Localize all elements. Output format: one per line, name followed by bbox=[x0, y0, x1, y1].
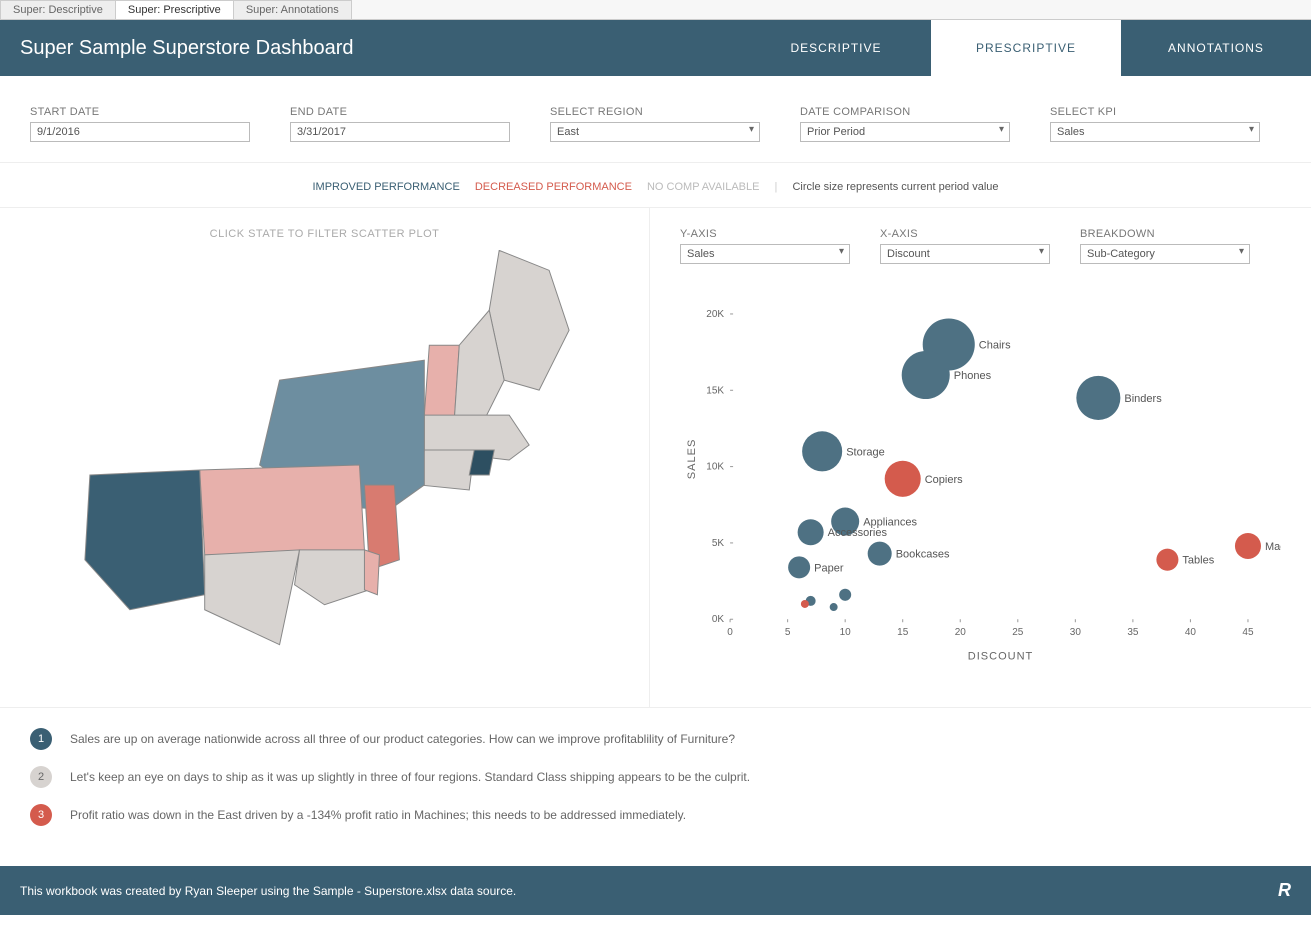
svg-text:40: 40 bbox=[1185, 627, 1197, 638]
svg-text:15: 15 bbox=[897, 627, 909, 638]
state-vermont[interactable] bbox=[424, 345, 459, 420]
scatter-label: Binders bbox=[1124, 393, 1162, 405]
svg-text:20K: 20K bbox=[706, 309, 724, 320]
map-hint: CLICK STATE TO FILTER SCATTER PLOT bbox=[30, 228, 619, 240]
footer-text: This workbook was created by Ryan Sleepe… bbox=[20, 884, 516, 898]
legend-improved: IMPROVED PERFORMANCE bbox=[312, 181, 459, 193]
legend-decreased: DECREASED PERFORMANCE bbox=[475, 181, 632, 193]
scatter-label: Phones bbox=[954, 370, 992, 382]
rec-1: 1 Sales are up on average nationwide acr… bbox=[30, 728, 1281, 750]
scatter-point-copiers[interactable] bbox=[885, 461, 921, 497]
scatter-label: Storage bbox=[846, 446, 885, 458]
scatter-label: Machines bbox=[1265, 541, 1281, 553]
xaxis-label: X-AXIS bbox=[880, 228, 1050, 240]
rec-text-1: Sales are up on average nationwide acros… bbox=[70, 732, 735, 746]
scatter-label: Accessories bbox=[828, 527, 888, 539]
scatter-point-binders[interactable] bbox=[1076, 376, 1120, 420]
scatter-point-accessories[interactable] bbox=[798, 519, 824, 545]
rec-3: 3 Profit ratio was down in the East driv… bbox=[30, 804, 1281, 826]
dashboard-header: Super Sample Superstore Dashboard DESCRI… bbox=[0, 20, 1311, 76]
start-date-label: START DATE bbox=[30, 106, 250, 118]
rec-badge-3: 3 bbox=[30, 804, 52, 826]
svg-text:DISCOUNT: DISCOUNT bbox=[968, 650, 1033, 662]
comparison-label: DATE COMPARISON bbox=[800, 106, 1010, 118]
svg-text:0: 0 bbox=[727, 627, 733, 638]
svg-text:30: 30 bbox=[1070, 627, 1082, 638]
end-date-label: END DATE bbox=[290, 106, 510, 118]
scatter-point-paper[interactable] bbox=[788, 556, 810, 578]
comparison-select[interactable] bbox=[800, 122, 1010, 142]
state-map bbox=[30, 250, 619, 670]
svg-text:10: 10 bbox=[840, 627, 852, 638]
performance-legend: IMPROVED PERFORMANCE DECREASED PERFORMAN… bbox=[0, 162, 1311, 208]
footer: This workbook was created by Ryan Sleepe… bbox=[0, 866, 1311, 915]
svg-text:35: 35 bbox=[1127, 627, 1139, 638]
state-pennsylvania[interactable] bbox=[200, 465, 365, 555]
svg-text:0K: 0K bbox=[712, 614, 725, 625]
scatter-chart[interactable]: 0K 5K 10K 15K 20K 0 5 10 15 20 25 30 35 40 45 DISCOUNT S… bbox=[680, 274, 1281, 684]
kpi-label: SELECT KPI bbox=[1050, 106, 1260, 118]
worksheet-tabs: Super: Descriptive Super: Prescriptive S… bbox=[0, 0, 1311, 20]
tab-descriptive[interactable]: DESCRIPTIVE bbox=[741, 20, 931, 76]
page-title: Super Sample Superstore Dashboard bbox=[20, 37, 354, 60]
scatter-point-labels[interactable] bbox=[830, 603, 838, 611]
map-panel: CLICK STATE TO FILTER SCATTER PLOT bbox=[0, 208, 650, 707]
state-west-virginia[interactable] bbox=[205, 550, 300, 645]
state-ohio[interactable] bbox=[85, 470, 205, 610]
ws-tab-descriptive[interactable]: Super: Descriptive bbox=[0, 0, 116, 19]
region-label: SELECT REGION bbox=[550, 106, 760, 118]
scatter-label: Tables bbox=[1182, 555, 1214, 567]
svg-text:15K: 15K bbox=[706, 385, 724, 396]
scatter-label: Copiers bbox=[925, 474, 963, 486]
rec-text-3: Profit ratio was down in the East driven… bbox=[70, 808, 686, 822]
legend-nocomp: NO COMP AVAILABLE bbox=[647, 181, 760, 193]
svg-text:5K: 5K bbox=[712, 538, 725, 549]
yaxis-label: Y-AXIS bbox=[680, 228, 850, 240]
scatter-label: Paper bbox=[814, 562, 844, 574]
svg-text:45: 45 bbox=[1242, 627, 1254, 638]
scatter-point-bookcases[interactable] bbox=[868, 542, 892, 566]
scatter-point-phones[interactable] bbox=[902, 351, 950, 399]
scatter-point-envelopes[interactable] bbox=[839, 589, 851, 601]
state-connecticut[interactable] bbox=[419, 450, 474, 490]
recommendations: 1 Sales are up on average nationwide acr… bbox=[0, 707, 1311, 866]
state-rhode-island[interactable] bbox=[469, 450, 494, 475]
xaxis-select[interactable] bbox=[880, 244, 1050, 264]
yaxis-select[interactable] bbox=[680, 244, 850, 264]
scatter-label: Chairs bbox=[979, 339, 1011, 351]
nav-tabs: DESCRIPTIVE PRESCRIPTIVE ANNOTATIONS bbox=[741, 20, 1311, 76]
scatter-label: Bookcases bbox=[896, 549, 950, 561]
ws-tab-prescriptive[interactable]: Super: Prescriptive bbox=[115, 0, 234, 19]
state-delaware[interactable] bbox=[364, 550, 379, 595]
scatter-point-tables[interactable] bbox=[1156, 549, 1178, 571]
svg-text:20: 20 bbox=[955, 627, 967, 638]
svg-text:SALES: SALES bbox=[686, 439, 698, 479]
rec-badge-1: 1 bbox=[30, 728, 52, 750]
rec-text-2: Let's keep an eye on days to ship as it … bbox=[70, 770, 750, 784]
kpi-select[interactable] bbox=[1050, 122, 1260, 142]
scatter-point-storage[interactable] bbox=[802, 431, 842, 471]
scatter-panel: Y-AXIS X-AXIS BREAKDOWN 0K 5K 10K 15K 20K 0 5 1… bbox=[650, 208, 1311, 707]
svg-text:25: 25 bbox=[1012, 627, 1024, 638]
state-maryland[interactable] bbox=[295, 550, 370, 605]
scatter-point-fasteners[interactable] bbox=[801, 600, 809, 608]
tab-prescriptive[interactable]: PRESCRIPTIVE bbox=[931, 20, 1121, 76]
end-date-input[interactable] bbox=[290, 122, 510, 142]
breakdown-select[interactable] bbox=[1080, 244, 1250, 264]
breakdown-label: BREAKDOWN bbox=[1080, 228, 1250, 240]
filter-bar: START DATE END DATE SELECT REGION DATE C… bbox=[0, 76, 1311, 162]
legend-note: Circle size represents current period va… bbox=[792, 181, 998, 193]
region-select[interactable] bbox=[550, 122, 760, 142]
rec-badge-2: 2 bbox=[30, 766, 52, 788]
svg-text:10K: 10K bbox=[706, 462, 724, 473]
ws-tab-annotations[interactable]: Super: Annotations bbox=[233, 0, 352, 19]
svg-text:5: 5 bbox=[785, 627, 791, 638]
start-date-input[interactable] bbox=[30, 122, 250, 142]
brand-logo: R bbox=[1278, 880, 1291, 901]
tab-annotations[interactable]: ANNOTATIONS bbox=[1121, 20, 1311, 76]
scatter-point-machines[interactable] bbox=[1235, 533, 1261, 559]
rec-2: 2 Let's keep an eye on days to ship as i… bbox=[30, 766, 1281, 788]
